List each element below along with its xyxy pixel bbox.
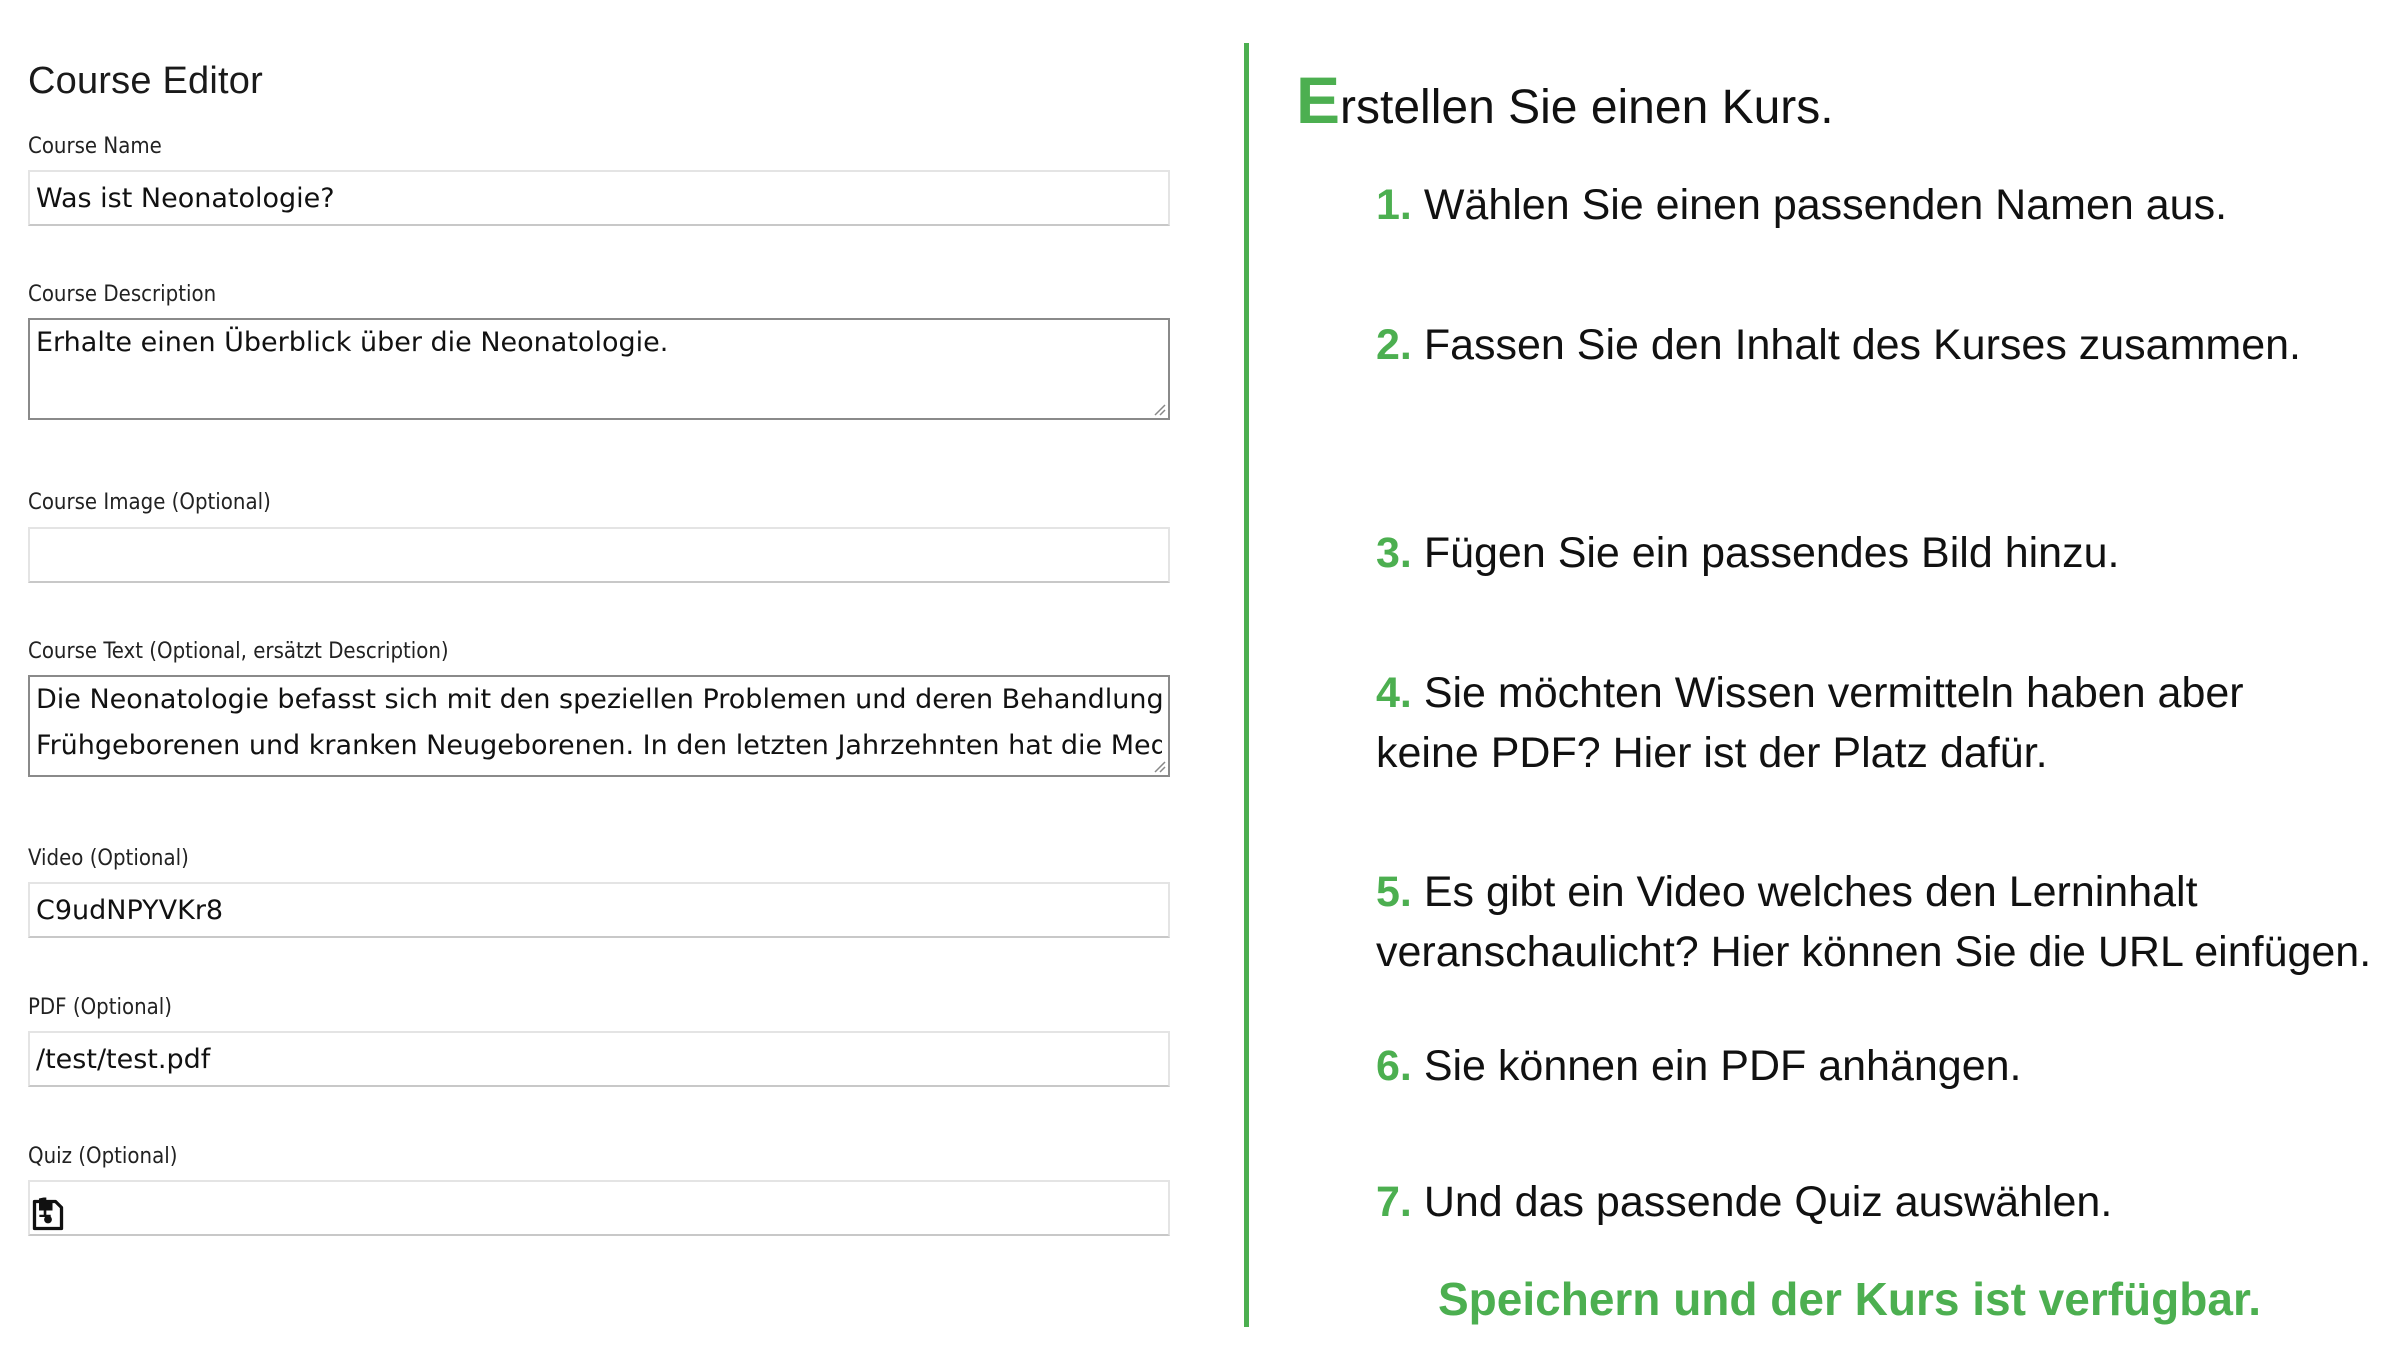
step-text: Fassen Sie den Inhalt des Kurses zusamme…	[1423, 321, 2302, 369]
course-name-value: Was ist Neonatologie?	[36, 182, 335, 214]
step-3: 3. Fügen Sie ein passendes Bild hinzu.	[1376, 523, 2119, 583]
video-label: Video (Optional)	[28, 846, 189, 871]
video-input[interactable]: C9udNPYVKr8	[28, 882, 1170, 938]
heading-text: rstellen Sie einen Kurs.	[1340, 81, 1834, 134]
pdf-value: /test/test.pdf	[36, 1043, 211, 1075]
quiz-label: Quiz (Optional)	[28, 1144, 178, 1169]
resize-handle-icon[interactable]	[1152, 402, 1166, 416]
step-text: Fügen Sie ein passendes Bild hinzu.	[1423, 529, 2120, 577]
step-number: 2.	[1376, 321, 1412, 369]
step-number: 5.	[1376, 868, 1412, 916]
step-text: Und das passende Quiz auswählen.	[1423, 1178, 2113, 1226]
step-text-line-2: veranschaulicht? Hier können Sie die URL…	[1376, 928, 2372, 976]
step-number: 4.	[1376, 669, 1412, 717]
course-text-label: Course Text (Optional, ersätzt Descripti…	[28, 639, 449, 664]
step-number: 6.	[1376, 1042, 1412, 1090]
course-description-textarea[interactable]: Erhalte einen Überblick über die Neonato…	[28, 318, 1170, 420]
course-name-input[interactable]: Was ist Neonatologie?	[28, 170, 1170, 226]
course-image-input[interactable]	[28, 527, 1170, 583]
step-number: 7.	[1376, 1178, 1412, 1226]
step-text: Sie können ein PDF anhängen.	[1423, 1042, 2022, 1090]
floppy-disk-icon	[32, 1199, 64, 1231]
step-4: 4. Sie möchten Wissen vermitteln haben a…	[1376, 663, 2244, 783]
step-1: 1. Wählen Sie einen passenden Namen aus.	[1376, 175, 2227, 235]
step-6: 6. Sie können ein PDF anhängen.	[1376, 1036, 2021, 1096]
page-title: Course Editor	[28, 60, 263, 102]
pdf-input[interactable]: /test/test.pdf	[28, 1031, 1170, 1087]
course-text-line-2: Frühgeborenen und kranken Neugeborenen. …	[36, 730, 1162, 761]
course-description-value: Erhalte einen Überblick über die Neonato…	[36, 327, 669, 358]
step-text-line-1: Es gibt ein Video welches den Lerninhalt	[1423, 868, 2198, 916]
quiz-input[interactable]: 1	[28, 1180, 1170, 1236]
step-7: 7. Und das passende Quiz auswählen.	[1376, 1172, 2112, 1232]
course-name-label: Course Name	[28, 134, 162, 159]
final-note: Speichern und der Kurs ist verfügbar.	[1438, 1273, 2262, 1325]
step-text-line-1: Sie möchten Wissen vermitteln haben aber	[1423, 669, 2244, 717]
heading-initial: E	[1296, 63, 1341, 137]
step-2: 2. Fassen Sie den Inhalt des Kurses zusa…	[1376, 315, 2301, 375]
video-value: C9udNPYVKr8	[36, 894, 224, 926]
step-number: 3.	[1376, 529, 1412, 577]
vertical-divider	[1244, 43, 1249, 1327]
course-description-label: Course Description	[28, 282, 217, 307]
course-image-label: Course Image (Optional)	[28, 490, 271, 515]
save-button[interactable]	[28, 1195, 68, 1235]
step-text: Wählen Sie einen passenden Namen aus.	[1423, 181, 2228, 229]
course-text-textarea[interactable]: Die Neonatologie befasst sich mit den sp…	[28, 675, 1170, 777]
instructions-heading: Erstellen Sie einen Kurs.	[1296, 62, 1834, 138]
course-text-line-1: Die Neonatologie befasst sich mit den sp…	[36, 684, 1162, 715]
pdf-label: PDF (Optional)	[28, 995, 172, 1020]
step-text-line-2: keine PDF? Hier ist der Platz dafür.	[1376, 729, 2048, 777]
step-number: 1.	[1376, 181, 1412, 229]
resize-handle-icon[interactable]	[1152, 759, 1166, 773]
step-5: 5. Es gibt ein Video welches den Lerninh…	[1376, 862, 2371, 982]
